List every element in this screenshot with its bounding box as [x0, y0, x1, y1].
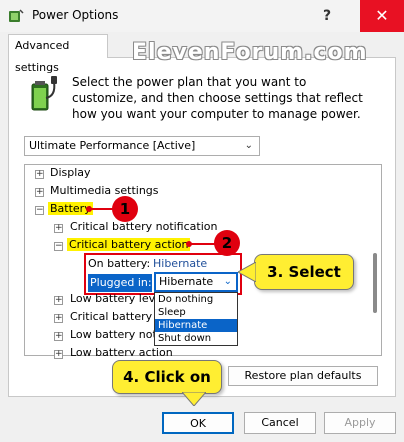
expand-critical-notification-icon[interactable]: + — [54, 224, 63, 233]
tree-item-display[interactable]: Display — [50, 164, 91, 182]
option-shut-down[interactable]: Shut down — [155, 332, 237, 345]
step2-marker: 2 — [214, 230, 240, 256]
tree-item-low-battery-notification[interactable]: Low battery not — [70, 326, 157, 344]
step2-connector — [188, 243, 216, 245]
option-sleep[interactable]: Sleep — [155, 306, 237, 319]
help-button[interactable]: ? — [314, 4, 340, 28]
close-button[interactable]: ✕ — [360, 0, 404, 32]
expand-low-action-icon[interactable]: + — [54, 350, 63, 359]
tree-item-critical-action-label: Critical battery action — [67, 238, 191, 251]
step1-marker: 1 — [112, 196, 138, 222]
on-battery-label: On battery: — [88, 257, 151, 270]
plugged-in-dropdown[interactable]: Hibernate ⌄ — [154, 272, 238, 292]
tree-item-critical-notification[interactable]: Critical battery notification — [70, 218, 217, 236]
option-hibernate[interactable]: Hibernate — [155, 319, 237, 332]
tree-item-low-battery-level[interactable]: Low battery leve — [70, 290, 162, 308]
step4-callout: 4. Click on — [112, 360, 222, 394]
expand-display-icon[interactable]: + — [35, 170, 44, 179]
battery-plan-icon — [31, 76, 57, 111]
power-plan-select[interactable]: Ultimate Performance [Active] ⌄ — [24, 136, 260, 156]
step2-dot — [186, 241, 192, 247]
chevron-down-icon: ⌄ — [223, 276, 232, 287]
step1-dot — [86, 206, 92, 212]
collapse-battery-icon[interactable]: − — [35, 206, 44, 215]
apply-button[interactable]: Apply — [324, 412, 396, 434]
power-plan-select-value: Ultimate Performance [Active] — [29, 139, 196, 152]
collapse-critical-action-icon[interactable]: − — [54, 242, 63, 251]
tree-item-multimedia[interactable]: Multimedia settings — [50, 182, 159, 200]
window-title: Power Options — [32, 8, 119, 22]
step3-callout: 3. Select — [254, 254, 354, 290]
on-battery-value[interactable]: Hibernate — [153, 255, 207, 273]
step3-pointer — [238, 262, 256, 282]
expand-critical-level-icon[interactable]: + — [54, 314, 63, 323]
tree-scrollbar-thumb[interactable] — [373, 253, 377, 313]
watermark: ElevenForum.com — [132, 40, 368, 65]
chevron-down-icon: ⌄ — [244, 140, 253, 151]
option-do-nothing[interactable]: Do nothing — [155, 293, 237, 306]
plan-description: Select the power plan that you want to c… — [72, 75, 363, 121]
step1-connector — [90, 208, 114, 210]
cancel-button[interactable]: Cancel — [244, 412, 316, 434]
tab-advanced-settings[interactable]: Advanced settings — [8, 34, 108, 74]
ok-button[interactable]: OK — [162, 412, 234, 434]
title-bar: Power Options ? ✕ — [0, 0, 404, 32]
expand-multimedia-icon[interactable]: + — [35, 188, 44, 197]
restore-plan-defaults-button[interactable]: Restore plan defaults — [228, 366, 378, 386]
expand-low-notification-icon[interactable]: + — [54, 332, 63, 341]
tree-item-critical-action[interactable]: Critical battery action — [67, 236, 191, 254]
expand-low-level-icon[interactable]: + — [54, 296, 63, 305]
step4-pointer — [182, 392, 206, 406]
power-options-icon — [9, 9, 24, 22]
tree-item-critical-battery-level[interactable]: Critical battery l — [70, 308, 159, 326]
plugged-in-dropdown-value: Hibernate — [159, 275, 214, 288]
plugged-in-options-list[interactable]: Do nothing Sleep Hibernate Shut down — [154, 292, 238, 346]
